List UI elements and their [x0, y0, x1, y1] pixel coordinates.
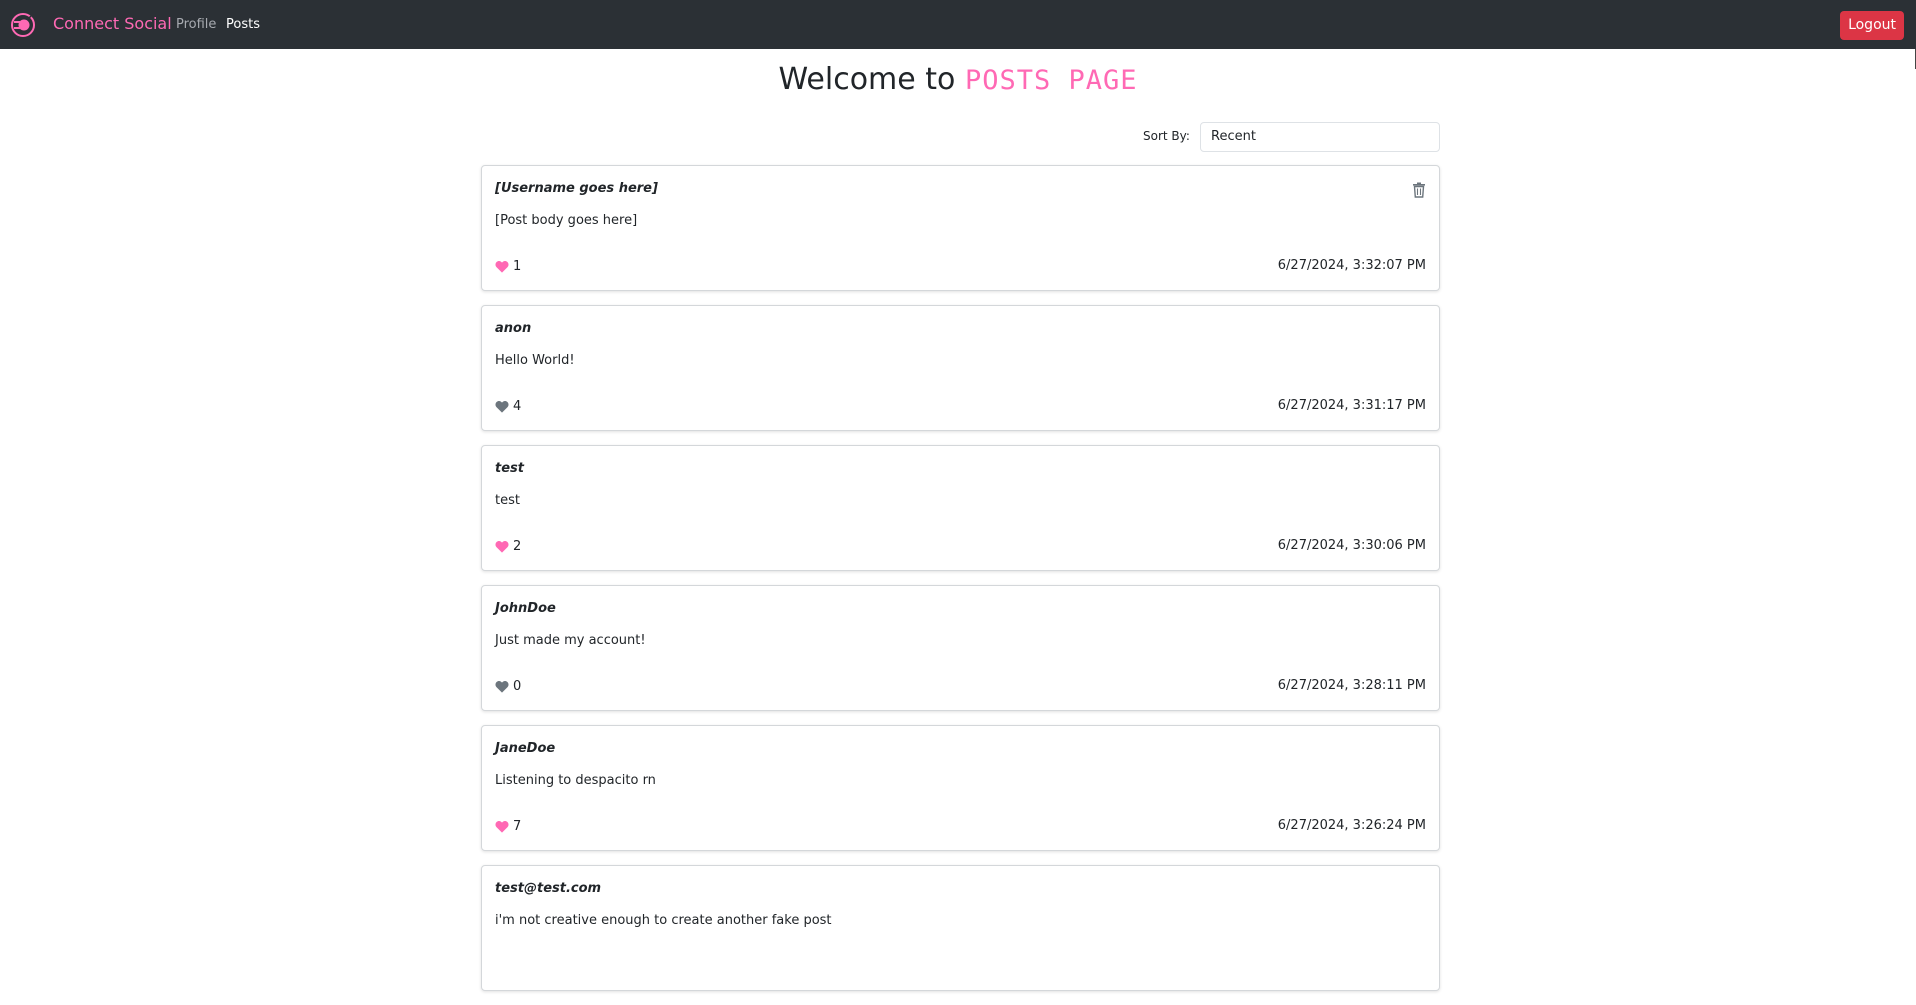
nav-link-posts[interactable]: Posts: [226, 17, 260, 32]
like-button[interactable]: 0: [495, 678, 521, 694]
plug-logo-icon[interactable]: [10, 12, 36, 38]
page-title-prefix: Welcome to: [778, 62, 956, 97]
like-button[interactable]: 1: [495, 258, 521, 274]
post-timestamp: 6/27/2024, 3:26:24 PM: [1277, 818, 1426, 833]
post-card: JaneDoe Listening to despacito rn 7 6/27/20…: [481, 725, 1440, 851]
post-timestamp: 6/27/2024, 3:32:07 PM: [1277, 258, 1426, 273]
like-count: 7: [513, 818, 522, 834]
post-card: test@test.com i'm not creative enough to …: [481, 865, 1440, 991]
post-username[interactable]: test: [495, 461, 524, 476]
sort-select[interactable]: Recent: [1200, 122, 1440, 152]
post-timestamp: 6/27/2024, 3:31:17 PM: [1277, 398, 1426, 413]
heart-icon: [495, 400, 509, 413]
post-timestamp: 6/27/2024, 3:30:06 PM: [1277, 538, 1426, 553]
post-body: [Post body goes here]: [495, 213, 638, 228]
sort-control: Sort By: Recent: [1100, 122, 1440, 152]
like-count: 1: [513, 258, 522, 274]
post-body: test: [495, 493, 520, 508]
like-count: 0: [513, 678, 522, 694]
top-navbar: Connect Social Profile Posts Logout: [0, 0, 1916, 49]
post-card: test test 2 6/27/2024, 3:30:06 PM: [481, 445, 1440, 571]
post-body: Just made my account!: [495, 633, 646, 648]
brand-name[interactable]: Connect Social: [53, 14, 172, 33]
page-title-accent: POSTS PAGE: [964, 65, 1138, 96]
post-username[interactable]: JaneDoe: [495, 741, 555, 756]
post-body: i'm not creative enough to create anothe…: [495, 913, 832, 928]
posts-list: [Username goes here] [Post body goes here…: [481, 165, 1440, 1005]
like-count: 4: [513, 398, 522, 414]
post-body: Listening to despacito rn: [495, 773, 656, 788]
like-button[interactable]: 4: [495, 398, 521, 414]
post-card: anon Hello World! 4 6/27/2024, 3:31:17 PM: [481, 305, 1440, 431]
post-username[interactable]: anon: [495, 321, 531, 336]
post-username[interactable]: test@test.com: [495, 881, 601, 896]
delete-post-trash-icon[interactable]: [1412, 182, 1426, 198]
post-card: JohnDoe Just made my account! 0 6/27/2024, …: [481, 585, 1440, 711]
heart-icon: [495, 680, 509, 693]
nav-link-profile[interactable]: Profile: [176, 17, 216, 32]
like-button[interactable]: 2: [495, 538, 521, 554]
heart-icon: [495, 540, 509, 553]
post-timestamp: 6/27/2024, 3:28:11 PM: [1277, 678, 1426, 693]
heart-icon: [495, 820, 509, 833]
post-body: Hello World!: [495, 353, 575, 368]
post-username[interactable]: [Username goes here]: [495, 181, 658, 196]
post-card: [Username goes here] [Post body goes here…: [481, 165, 1440, 291]
heart-icon: [495, 260, 509, 273]
logout-button[interactable]: Logout: [1840, 11, 1904, 40]
like-count: 2: [513, 538, 522, 554]
sort-label: Sort By:: [1143, 129, 1190, 143]
like-button[interactable]: 7: [495, 818, 521, 834]
post-username[interactable]: JohnDoe: [495, 601, 556, 616]
page-title: Welcome to POSTS PAGE: [0, 62, 1916, 97]
